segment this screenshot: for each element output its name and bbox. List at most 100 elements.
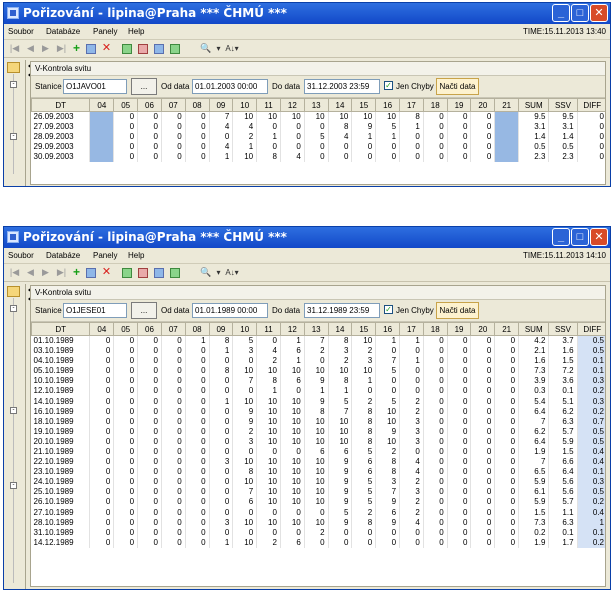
table-cell[interactable]: 0	[113, 416, 139, 427]
table-cell[interactable]: 5	[328, 396, 353, 407]
menu-databaze[interactable]: Databáze	[46, 251, 80, 260]
table-cell[interactable]: 0	[423, 356, 448, 367]
table-cell[interactable]: 0	[113, 406, 139, 417]
table-cell[interactable]: 10	[280, 416, 305, 427]
table-cell[interactable]: 0	[137, 122, 162, 133]
table-cell[interactable]: 0	[89, 507, 115, 518]
column-header-13[interactable]: 13	[303, 322, 329, 336]
table-cell[interactable]: 0.3	[518, 386, 550, 397]
table-cell[interactable]: 0	[423, 537, 448, 548]
table-cell[interactable]: 0	[137, 386, 162, 397]
table-cell[interactable]: 6	[328, 446, 353, 458]
table-cell[interactable]: 10	[304, 487, 329, 498]
table-cell[interactable]: 0	[89, 497, 115, 508]
table-cell[interactable]: 0	[185, 507, 210, 518]
table-cell[interactable]: 0	[375, 346, 401, 357]
table-cell[interactable]: 0	[209, 497, 234, 508]
table-cell[interactable]: 5	[351, 477, 377, 488]
table-cell[interactable]: 8	[351, 406, 377, 417]
table-cell[interactable]: 0	[447, 446, 472, 458]
table-cell[interactable]: 0	[470, 396, 496, 407]
table-cell[interactable]: 0	[161, 111, 186, 122]
station-input[interactable]: O1JAVO01	[63, 79, 127, 94]
column-header-20[interactable]: 20	[470, 322, 496, 336]
table-cell[interactable]: 3	[351, 356, 377, 367]
column-header-18[interactable]: 18	[422, 322, 448, 336]
table-cell[interactable]: 0	[113, 142, 139, 153]
next-record-icon[interactable]: ▶	[40, 267, 51, 278]
table-row[interactable]: 03.10.1989 0 0 0 0 0 1 3 4 6 2 3 2 0 0 0 0 0 0 2.1 1.6 0.5	[31, 346, 605, 357]
table-cell[interactable]: 0	[113, 122, 139, 133]
table-cell[interactable]: 1	[256, 386, 281, 397]
table-cell[interactable]: 4	[328, 132, 353, 143]
table-cell[interactable]: 0	[137, 416, 162, 427]
column-header-11[interactable]: 11	[256, 322, 281, 336]
table-cell[interactable]: 4	[209, 142, 234, 153]
column-header-05[interactable]: 05	[113, 98, 139, 112]
table-cell[interactable]: 2	[232, 132, 258, 143]
table-cell[interactable]: 0	[447, 517, 472, 528]
table-cell[interactable]: 0	[185, 537, 210, 548]
table-cell[interactable]: 0	[447, 386, 472, 397]
table-cell[interactable]: 1.9	[518, 537, 550, 548]
table-cell[interactable]	[494, 132, 520, 143]
table-cell[interactable]: 28.10.1989	[31, 517, 91, 528]
table-row[interactable]: 05.10.1989 0 0 0 0 0 8 10 10 10 10 10 10 5 0 0 0 0 0 7.3 7.2…	[31, 366, 605, 377]
table-cell[interactable]: 1	[209, 152, 234, 163]
from-date-input[interactable]: 01.01.1989 00:00	[192, 303, 268, 318]
table-row[interactable]: 14.12.1989 0 0 0 0 0 1 10 2 6 0 0 0 0 0 0 0 0 0 1.9 1.7 0.2	[31, 537, 605, 548]
table-cell[interactable]: 0	[137, 396, 162, 407]
table-cell[interactable]: 0	[113, 467, 139, 478]
table-cell[interactable]: 0	[137, 366, 162, 377]
table-cell[interactable]: 10	[256, 477, 281, 488]
table-cell[interactable]: 0	[137, 152, 162, 163]
table-cell[interactable]: 0	[470, 366, 496, 377]
table-cell[interactable]: 0	[399, 152, 424, 163]
table-cell[interactable]: 0	[137, 497, 162, 508]
table-cell[interactable]: 6.5	[518, 467, 550, 478]
table-cell[interactable]: 10	[280, 436, 305, 447]
table-cell[interactable]: 0	[375, 142, 401, 153]
table-cell[interactable]: 0	[209, 436, 234, 447]
table-cell[interactable]: 24.10.1989	[31, 477, 91, 488]
table-cell[interactable]: 0	[137, 426, 162, 437]
table-cell[interactable]: 0	[399, 537, 424, 548]
add-record-icon[interactable]: +	[71, 266, 82, 278]
table-cell[interactable]: 0	[137, 517, 162, 528]
table-cell[interactable]: 0	[470, 467, 496, 478]
table-cell[interactable]: 0	[185, 132, 210, 143]
table-cell[interactable]: 9	[351, 122, 377, 133]
table-cell[interactable]: 10	[256, 517, 281, 528]
table-cell[interactable]: 0.3	[577, 477, 605, 488]
table-cell[interactable]: 0	[494, 467, 520, 478]
table-cell[interactable]: 0	[375, 537, 401, 548]
table-cell[interactable]: 3	[232, 346, 258, 357]
table-cell[interactable]: 0	[470, 507, 496, 518]
table-cell[interactable]: 0	[280, 527, 305, 538]
table-cell[interactable]: 0.3	[577, 376, 605, 387]
first-record-icon[interactable]: |◀	[9, 43, 20, 54]
table-cell[interactable]: 8	[209, 366, 234, 377]
table-cell[interactable]: 1.9	[518, 446, 550, 458]
table-cell[interactable]: 1	[351, 132, 377, 143]
table-cell[interactable]: 0	[494, 517, 520, 528]
table-cell[interactable]: 0	[232, 446, 258, 458]
table-cell[interactable]: 9	[375, 517, 401, 528]
table-cell[interactable]: 04.10.1989	[31, 356, 91, 367]
table-cell[interactable]: 6.4	[518, 436, 550, 447]
table-cell[interactable]: 12.10.1989	[31, 386, 91, 397]
table-cell[interactable]: 8	[328, 335, 353, 346]
table-cell[interactable]: 1	[351, 376, 377, 387]
table-cell[interactable]: 0	[470, 457, 496, 468]
table-cell[interactable]: 0	[494, 527, 520, 538]
table-cell[interactable]: 5.9	[518, 497, 550, 508]
table-cell[interactable]: 0.5	[518, 142, 550, 153]
table-cell[interactable]: 0	[89, 356, 115, 367]
menu-soubor[interactable]: Soubor	[8, 251, 34, 260]
table-cell[interactable]: 10	[256, 366, 281, 377]
table-cell[interactable]: 8	[351, 436, 377, 447]
table-cell[interactable]: 2	[351, 396, 377, 407]
table-cell[interactable]: 0	[494, 446, 520, 458]
table-cell[interactable]: 0	[399, 376, 424, 387]
table-cell[interactable]: 0	[447, 477, 472, 488]
